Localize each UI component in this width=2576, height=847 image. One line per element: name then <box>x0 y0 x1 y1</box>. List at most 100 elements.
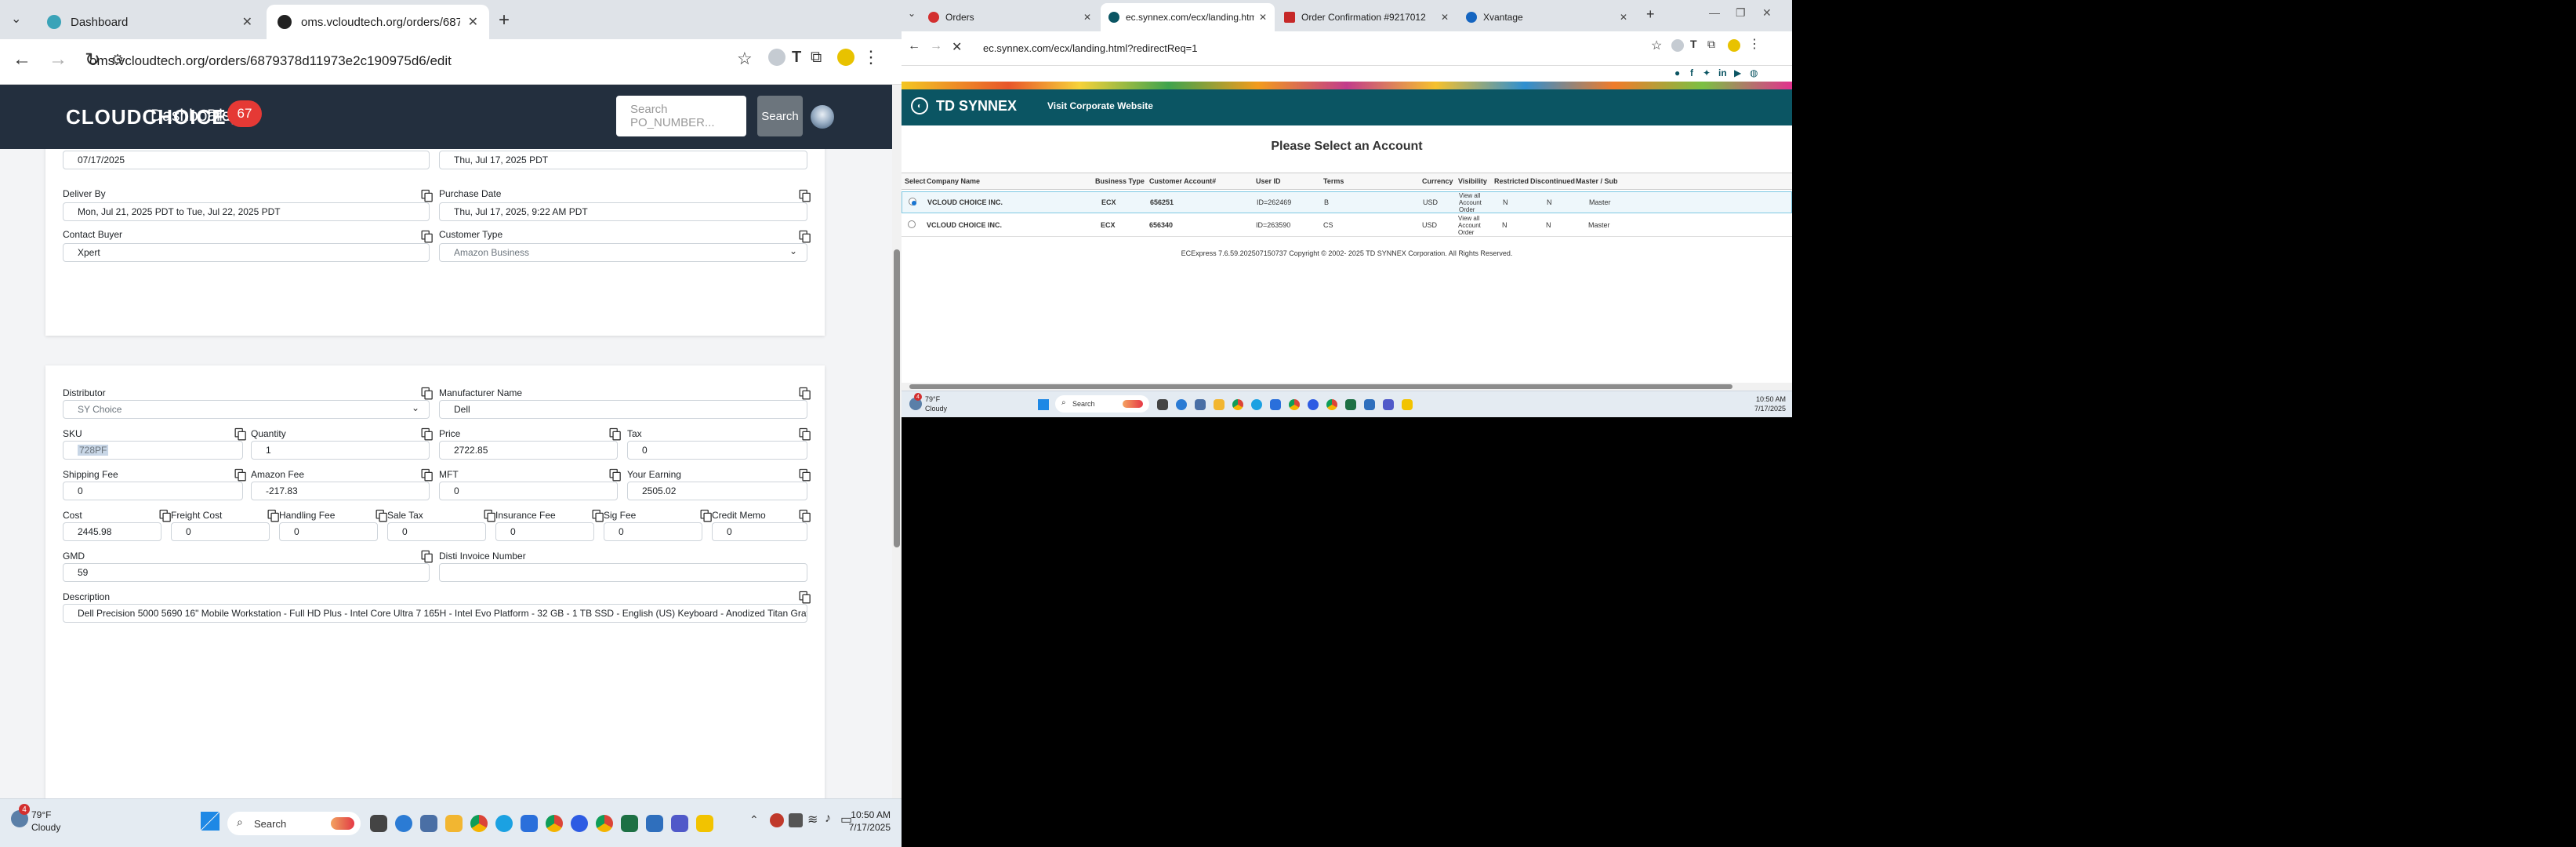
copy-icon[interactable] <box>799 230 811 243</box>
taskbar-clock[interactable]: 10:50 AM 7/17/2025 <box>849 809 891 834</box>
volume-icon[interactable]: ♪ <box>825 812 831 826</box>
app-icon[interactable] <box>1176 399 1187 410</box>
twitter-icon[interactable]: ✦ <box>1703 67 1711 78</box>
gmd-field[interactable]: 59 <box>63 563 430 582</box>
horizontal-scrollbar[interactable] <box>902 383 1792 391</box>
scrollbar-thumb[interactable] <box>894 249 900 547</box>
linkedin-icon[interactable]: in <box>1718 67 1727 78</box>
close-icon[interactable]: ✕ <box>242 14 252 30</box>
tab-search-chevron-icon[interactable]: ⌄ <box>908 8 916 19</box>
freight-cost-field[interactable]: 0 <box>171 522 270 541</box>
account-row[interactable]: VCLOUD CHOICE INC. ECX 656340 ID=263590 … <box>902 215 1792 237</box>
teams-icon[interactable] <box>671 815 688 832</box>
forward-icon[interactable]: → <box>49 49 67 71</box>
edge-icon[interactable] <box>495 815 513 832</box>
shipping-fee-field[interactable]: 0 <box>63 482 243 500</box>
forward-icon[interactable]: → <box>930 39 942 53</box>
extensions-puzzle-icon[interactable]: ⧉ <box>811 49 822 67</box>
order-date-field[interactable]: 07/17/2025 <box>63 151 430 169</box>
window-close-icon[interactable]: ✕ <box>1762 6 1772 20</box>
chrome-alt-icon[interactable] <box>1326 399 1337 410</box>
copy-icon[interactable] <box>421 230 433 243</box>
copy-icon[interactable] <box>592 509 604 522</box>
extension-icon[interactable] <box>768 49 785 66</box>
account-radio[interactable] <box>909 198 916 205</box>
sticky-notes-icon[interactable] <box>696 815 713 832</box>
copy-icon[interactable] <box>799 468 811 482</box>
tab-synnex-landing[interactable]: ec.synnex.com/ecx/landing.htm ✕ <box>1101 3 1275 31</box>
globe-icon[interactable]: ● <box>1674 67 1680 78</box>
snipping-tool-icon[interactable] <box>1364 399 1375 410</box>
credit-memo-field[interactable]: 0 <box>712 522 807 541</box>
task-view-icon[interactable] <box>370 815 387 832</box>
bookmark-star-icon[interactable]: ☆ <box>1651 38 1662 53</box>
bookmark-star-icon[interactable]: ☆ <box>737 49 753 69</box>
copy-icon[interactable] <box>376 509 387 522</box>
copy-icon[interactable] <box>421 189 433 202</box>
sticky-notes-icon[interactable] <box>1402 399 1413 410</box>
amazon-fee-field[interactable]: -217.83 <box>251 482 430 500</box>
manufacturer-field[interactable]: Dell <box>439 400 807 419</box>
sale-tax-field[interactable]: 0 <box>387 522 486 541</box>
close-icon[interactable]: ✕ <box>1259 12 1267 23</box>
facebook-icon[interactable]: f <box>1690 67 1693 78</box>
tray-chevron-up-icon[interactable]: ⌃ <box>749 813 759 827</box>
maximize-icon[interactable]: ❐ <box>1736 6 1746 20</box>
copy-icon[interactable] <box>267 509 279 522</box>
close-icon[interactable]: ✕ <box>1620 12 1627 23</box>
copy-icon[interactable] <box>234 468 246 482</box>
account-radio[interactable] <box>908 220 916 228</box>
search-button[interactable]: Search <box>757 96 803 136</box>
excel-icon[interactable] <box>621 815 638 832</box>
user-avatar[interactable] <box>811 105 834 129</box>
excel-icon[interactable] <box>1345 399 1356 410</box>
minimize-icon[interactable]: — <box>1709 6 1720 19</box>
close-icon[interactable]: ✕ <box>468 14 478 30</box>
sku-field[interactable]: 728PF <box>63 441 243 460</box>
copy-icon[interactable] <box>421 387 433 400</box>
tax-field[interactable]: 0 <box>627 441 807 460</box>
tray-app-icon[interactable] <box>770 813 784 827</box>
tab-order-edit[interactable]: oms.vcloudtech.org/orders/687 ✕ <box>267 5 489 39</box>
extension-icon[interactable] <box>1671 39 1684 52</box>
new-tab-icon[interactable]: + <box>1646 6 1655 23</box>
youtube-icon[interactable]: ▶ <box>1734 67 1741 78</box>
tray-app2-icon[interactable] <box>789 813 803 827</box>
handling-fee-field[interactable]: 0 <box>279 522 378 541</box>
profile-icon[interactable] <box>1728 39 1740 52</box>
tab-xvantage[interactable]: Xvantage ✕ <box>1458 3 1635 31</box>
tab-order-confirmation[interactable]: Order Confirmation #9217012 ✕ <box>1276 3 1457 31</box>
calculator-icon[interactable] <box>1195 399 1206 410</box>
file-explorer-icon[interactable] <box>1214 399 1225 410</box>
scrollbar-thumb[interactable] <box>909 384 1732 389</box>
copy-icon[interactable] <box>799 509 811 522</box>
cost-field[interactable]: 2445.98 <box>63 522 161 541</box>
price-field[interactable]: 2722.85 <box>439 441 618 460</box>
reader-icon[interactable]: T <box>792 49 801 67</box>
windows-start-icon[interactable] <box>1038 399 1049 410</box>
customer-type-select[interactable]: Amazon Business ⌄ <box>439 243 807 262</box>
copy-icon[interactable] <box>421 550 433 563</box>
close-icon[interactable]: ✕ <box>1083 12 1091 23</box>
copy-icon[interactable] <box>159 509 171 522</box>
teams-icon[interactable] <box>1383 399 1394 410</box>
edge-icon[interactable] <box>1251 399 1262 410</box>
zoom-icon[interactable] <box>571 815 588 832</box>
sig-fee-field[interactable]: 0 <box>604 522 702 541</box>
taskbar-search[interactable]: ⌕ Search <box>227 812 361 835</box>
account-row[interactable]: VCLOUD CHOICE INC. ECX 656251 ID=262469 … <box>902 191 1792 213</box>
order-date-pdt-field[interactable]: Thu, Jul 17, 2025 PDT <box>439 151 807 169</box>
windows-start-icon[interactable] <box>201 812 220 831</box>
your-earning-field[interactable]: 2505.02 <box>627 482 807 500</box>
calculator-icon[interactable] <box>420 815 437 832</box>
copy-icon[interactable] <box>421 468 433 482</box>
chrome-icon[interactable] <box>1232 399 1243 410</box>
copy-icon[interactable] <box>799 591 811 604</box>
reader-icon[interactable]: T <box>1690 38 1697 50</box>
new-tab-icon[interactable]: + <box>499 9 510 31</box>
tab-dashboard[interactable]: Dashboard ✕ <box>36 5 263 39</box>
contact-buyer-field[interactable]: Xpert <box>63 243 430 262</box>
app-icon[interactable] <box>395 815 412 832</box>
taskbar-clock[interactable]: 10:50 AM 7/17/2025 <box>1754 394 1786 413</box>
td-synnex-logo[interactable]: ◐ TD SYNNEX <box>911 97 1017 115</box>
